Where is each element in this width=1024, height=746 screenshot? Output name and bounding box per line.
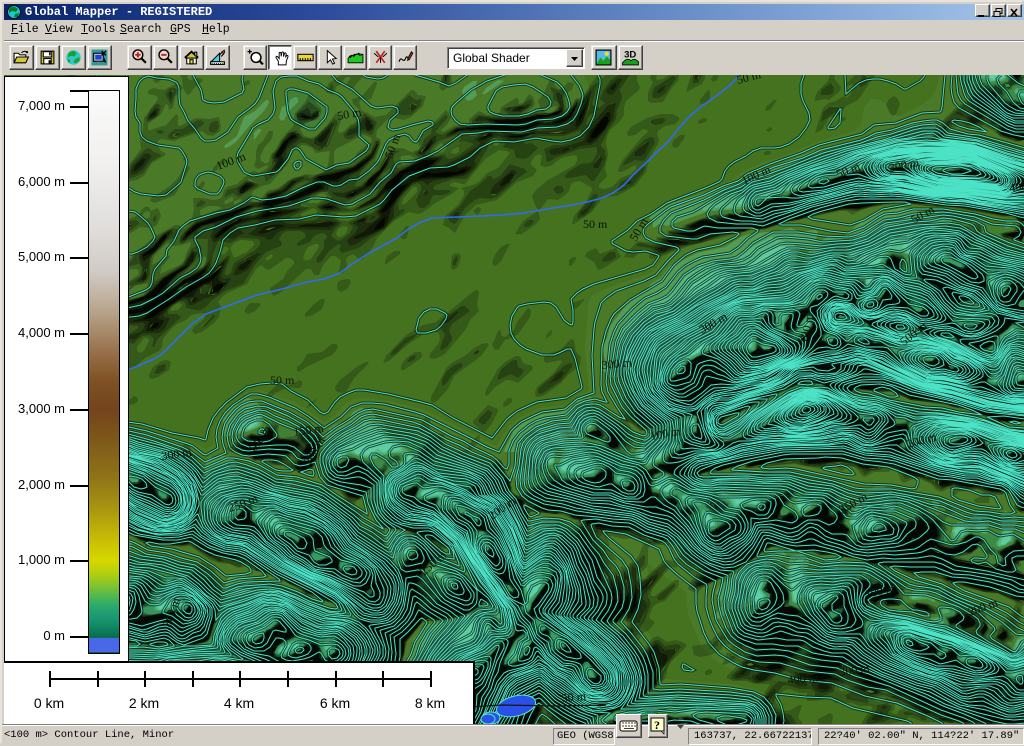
svg-text:50 m: 50 m <box>583 217 608 231</box>
svg-text:50 m: 50 m <box>270 373 295 387</box>
svg-text:400: 400 <box>1008 178 1024 195</box>
svg-text:300 m: 300 m <box>601 355 633 372</box>
svg-text:400 m: 400 m <box>787 670 819 687</box>
svg-text:50 m: 50 m <box>561 689 587 705</box>
svg-text:3D: 3D <box>624 50 636 61</box>
svg-text:?: ? <box>654 718 660 732</box>
